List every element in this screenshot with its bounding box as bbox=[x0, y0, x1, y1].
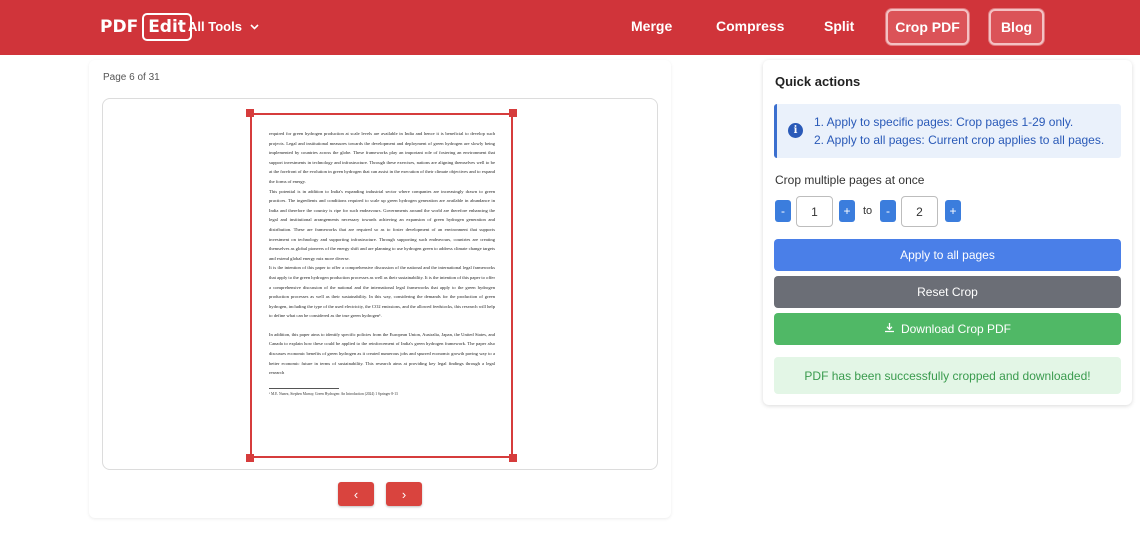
to-page-input[interactable]: 2 bbox=[901, 196, 938, 227]
page-indicator: Page 6 of 31 bbox=[103, 72, 160, 83]
logo-text: PDF bbox=[100, 17, 139, 37]
to-decrement-button[interactable]: - bbox=[880, 200, 896, 222]
from-page-input[interactable]: 1 bbox=[796, 196, 833, 227]
success-message: PDF has been successfully cropped and do… bbox=[774, 357, 1121, 394]
crop-handle-top-left[interactable] bbox=[246, 109, 254, 117]
info-icon: i bbox=[788, 123, 803, 138]
chevron-down-icon bbox=[250, 21, 259, 33]
nav-blog-button[interactable]: Blog bbox=[989, 9, 1044, 45]
all-tools-dropdown[interactable]: All Tools bbox=[188, 19, 259, 34]
download-icon bbox=[884, 322, 895, 336]
apply-all-pages-button[interactable]: Apply to all pages bbox=[774, 239, 1121, 271]
crop-handle-bottom-right[interactable] bbox=[509, 454, 517, 462]
crop-handle-top-right[interactable] bbox=[509, 109, 517, 117]
logo[interactable]: PDF Edit bbox=[100, 12, 192, 42]
nav-split[interactable]: Split bbox=[824, 18, 854, 34]
all-tools-label: All Tools bbox=[188, 19, 242, 34]
logo-badge: Edit bbox=[142, 13, 192, 41]
prev-page-button[interactable]: ‹ bbox=[338, 482, 374, 506]
from-decrement-button[interactable]: - bbox=[775, 200, 791, 222]
chevron-right-icon: › bbox=[401, 486, 407, 502]
nav-crop-pdf-button[interactable]: Crop PDF bbox=[886, 9, 969, 45]
to-increment-button[interactable]: + bbox=[945, 200, 961, 222]
crop-multiple-label: Crop multiple pages at once bbox=[775, 173, 925, 187]
quick-actions-title: Quick actions bbox=[775, 74, 861, 89]
reset-crop-label: Reset Crop bbox=[917, 285, 978, 299]
nav-merge[interactable]: Merge bbox=[631, 18, 672, 34]
info-line-2: 2. Apply to all pages: Current crop appl… bbox=[814, 133, 1105, 147]
apply-all-pages-label: Apply to all pages bbox=[900, 248, 995, 262]
crop-selection-box[interactable] bbox=[250, 113, 513, 458]
download-crop-pdf-label: Download Crop PDF bbox=[900, 322, 1012, 336]
reset-crop-button[interactable]: Reset Crop bbox=[774, 276, 1121, 308]
download-crop-pdf-button[interactable]: Download Crop PDF bbox=[774, 313, 1121, 345]
to-label: to bbox=[863, 205, 873, 217]
nav-compress[interactable]: Compress bbox=[716, 18, 784, 34]
next-page-button[interactable]: › bbox=[386, 482, 422, 506]
chevron-left-icon: ‹ bbox=[353, 486, 359, 502]
info-box bbox=[774, 104, 1121, 158]
from-increment-button[interactable]: + bbox=[839, 200, 855, 222]
crop-handle-bottom-left[interactable] bbox=[246, 454, 254, 462]
info-line-1: 1. Apply to specific pages: Crop pages 1… bbox=[814, 115, 1074, 129]
